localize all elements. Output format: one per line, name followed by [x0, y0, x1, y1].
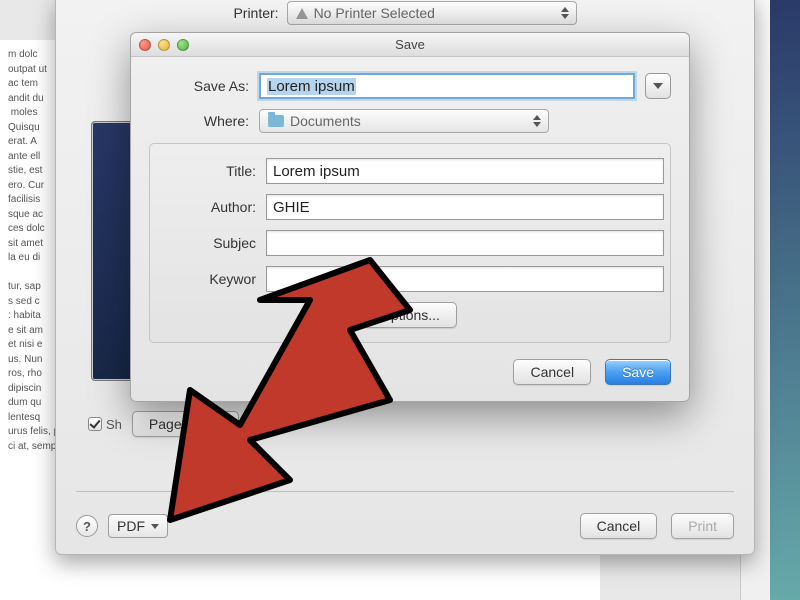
save-as-row: Save As: Lorem ipsum: [149, 73, 671, 99]
save-dialog-body: Save As: Lorem ipsum Where: Documents Ti…: [131, 57, 689, 401]
help-button[interactable]: ?: [76, 515, 98, 537]
save-as-value: Lorem ipsum: [267, 78, 356, 95]
author-input[interactable]: [266, 194, 664, 220]
title-input[interactable]: [266, 158, 664, 184]
save-as-label: Save As:: [149, 78, 249, 94]
subject-label: Subjec: [156, 235, 256, 251]
subject-row: Subjec: [156, 230, 664, 256]
save-dialog-title: Save: [395, 37, 425, 52]
show-details-checkbox[interactable]: Sh: [88, 417, 122, 432]
pdf-metadata-block: Title: Author: Subjec Keywor Options...: [149, 143, 671, 343]
printer-row: Printer: No Printer Selected: [56, 0, 754, 28]
author-label: Author:: [156, 199, 256, 215]
save-dialog: Save Save As: Lorem ipsum Where: Documen…: [130, 32, 690, 402]
print-bottom-row: ? PDF Cancel Print: [56, 513, 754, 539]
pdf-label: PDF: [117, 518, 145, 534]
window-traffic-lights: [139, 39, 189, 51]
printer-value: No Printer Selected: [314, 5, 435, 21]
printer-label: Printer:: [233, 5, 278, 21]
save-cancel-button[interactable]: Cancel: [513, 359, 591, 385]
save-as-input[interactable]: Lorem ipsum: [259, 73, 635, 99]
checkbox-icon: [88, 417, 102, 431]
where-select[interactable]: Documents: [259, 109, 549, 133]
folder-icon: [268, 115, 284, 127]
minimize-window-button[interactable]: [158, 39, 170, 51]
page-setup-row: Sh Page Setup: [88, 411, 722, 437]
pdf-popup-button[interactable]: PDF: [108, 514, 168, 538]
page-setup-button[interactable]: Page Setup: [132, 411, 239, 437]
subject-input[interactable]: [266, 230, 664, 256]
save-confirm-button[interactable]: Save: [605, 359, 671, 385]
keywords-label: Keywor: [156, 271, 256, 287]
save-titlebar: Save: [131, 33, 689, 57]
where-label: Where:: [149, 113, 249, 129]
author-row: Author:: [156, 194, 664, 220]
updown-icon: [558, 4, 572, 22]
security-options-button[interactable]: Options...: [363, 302, 457, 328]
expand-save-panel-button[interactable]: [645, 73, 671, 99]
title-label: Title:: [156, 163, 256, 179]
title-row: Title:: [156, 158, 664, 184]
keywords-input[interactable]: [266, 266, 664, 292]
save-action-row: Cancel Save: [149, 359, 671, 385]
zoom-window-button[interactable]: [177, 39, 189, 51]
close-window-button[interactable]: [139, 39, 151, 51]
updown-icon: [530, 112, 544, 130]
show-details-label: Sh: [106, 417, 122, 432]
warning-icon: [296, 8, 308, 19]
where-value: Documents: [290, 113, 361, 129]
print-divider: [76, 491, 734, 492]
print-button[interactable]: Print: [671, 513, 734, 539]
printer-select[interactable]: No Printer Selected: [287, 1, 577, 25]
print-cancel-button[interactable]: Cancel: [580, 513, 658, 539]
where-row: Where: Documents: [149, 109, 671, 133]
desktop-wallpaper-strip: [770, 0, 800, 600]
keywords-row: Keywor: [156, 266, 664, 292]
